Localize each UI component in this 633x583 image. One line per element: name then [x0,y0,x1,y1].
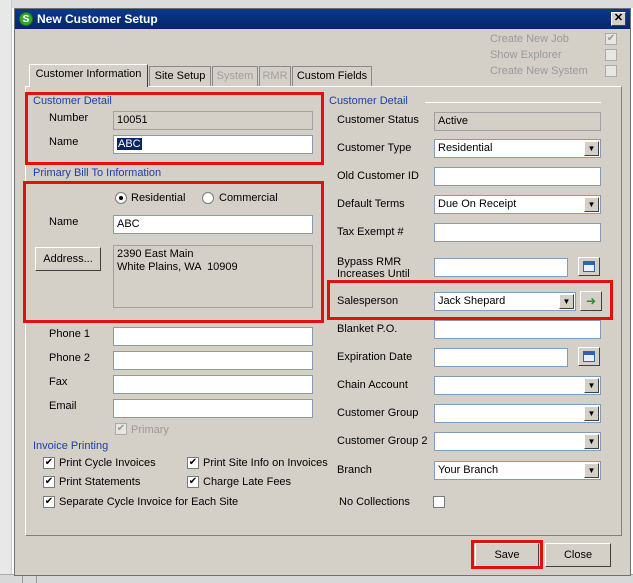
title-bar: S New Customer Setup ✕ [15,9,630,29]
chevron-down-icon[interactable]: ▼ [584,434,599,449]
customer-detail-right-group-label: Customer Detail [329,95,408,107]
salesperson-dropdown[interactable]: Jack Shepard ▼ [434,292,576,311]
separate-cycle-checkbox[interactable]: ✔ [43,496,55,508]
show-explorer-label: Show Explorer [490,49,562,61]
tab-rmr[interactable]: RMR [259,66,291,86]
expiration-date-input[interactable] [434,348,568,367]
bill-to-name-input[interactable]: ABC [113,215,313,234]
window-title: New Customer Setup [37,12,158,26]
tab-system[interactable]: System [212,66,258,86]
tax-exempt-label: Tax Exempt # [337,226,404,238]
create-new-job-label: Create New Job [490,33,569,45]
bypass-rmr-label-line2: Increases Until [337,268,410,280]
phone1-label: Phone 1 [49,328,90,340]
default-terms-dropdown[interactable]: Due On Receipt ▼ [434,195,601,214]
number-label: Number [49,112,89,124]
close-window-button[interactable]: ✕ [611,12,626,26]
primary-bill-to-group-label: Primary Bill To Information [33,167,162,179]
customer-number-field: 10051 [113,111,313,130]
branch-label: Branch [337,464,372,476]
create-new-job-checkbox[interactable]: ✔ [605,33,617,45]
customer-group-dropdown[interactable]: ▼ [434,404,601,423]
customer-status-label: Customer Status [337,114,419,126]
calendar-icon [583,351,595,362]
fax-input[interactable] [113,375,313,394]
create-new-system-checkbox[interactable] [605,65,617,77]
email-label: Email [49,400,77,412]
default-terms-label: Default Terms [337,198,405,210]
residential-radio[interactable] [115,192,127,204]
primary-label: Primary [131,424,169,436]
invoice-printing-group-label: Invoice Printing [33,440,109,452]
no-collections-checkbox[interactable] [433,496,445,508]
phone2-input[interactable] [113,351,313,370]
chevron-down-icon[interactable]: ▼ [584,197,599,212]
chevron-down-icon[interactable]: ▼ [584,463,599,478]
app-logo-icon: S [19,12,33,26]
customer-type-dropdown[interactable]: Residential ▼ [434,139,601,158]
tab-site-setup[interactable]: Site Setup [149,66,211,86]
create-new-system-label: Create New System [490,65,588,77]
print-cycle-invoices-checkbox[interactable]: ✔ [43,457,55,469]
calendar-button[interactable] [578,347,600,366]
calendar-button[interactable] [578,257,600,276]
expiration-date-label: Expiration Date [337,351,413,363]
old-customer-id-input[interactable] [434,167,601,186]
print-statements-checkbox[interactable]: ✔ [43,476,55,488]
phone2-label: Phone 2 [49,352,90,364]
customer-group2-dropdown[interactable]: ▼ [434,432,601,451]
no-collections-label: No Collections [339,496,410,508]
bypass-rmr-label-line1: Bypass RMR [337,256,402,268]
separate-cycle-label: Separate Cycle Invoice for Each Site [59,496,239,508]
go-arrow-icon[interactable]: ➜ [580,291,602,311]
chain-account-label: Chain Account [337,379,408,391]
tab-customer-information[interactable]: Customer Information [29,64,148,87]
print-site-info-label: Print Site Info on Invoices [203,457,328,469]
blanket-po-input[interactable] [434,320,601,339]
customer-status-field: Active [434,112,601,131]
background-strip-left [0,0,12,583]
primary-checkbox[interactable]: ✔ [115,423,127,435]
customer-type-label: Customer Type [337,142,412,154]
customer-detail-group-label: Customer Detail [33,95,112,107]
email-input[interactable] [113,399,313,418]
chevron-down-icon[interactable]: ▼ [584,378,599,393]
print-statements-label: Print Statements [59,476,141,488]
close-button[interactable]: Close [545,543,611,567]
save-button[interactable]: Save [475,543,539,567]
address-display: 2390 East Main White Plains, WA 10909 [113,245,313,308]
print-cycle-invoices-label: Print Cycle Invoices [59,457,156,469]
print-site-info-checkbox[interactable]: ✔ [187,457,199,469]
calendar-icon [583,261,595,272]
salesperson-label: Salesperson [337,295,399,307]
bill-to-name-label: Name [49,216,79,228]
background-strip-top [0,0,633,8]
commercial-label: Commercial [219,192,278,204]
blanket-po-label: Blanket P.O. [337,323,398,335]
chevron-down-icon[interactable]: ▼ [559,294,574,309]
chevron-down-icon[interactable]: ▼ [584,406,599,421]
customer-name-input[interactable]: ABC [113,135,313,154]
tab-custom-fields[interactable]: Custom Fields [292,66,372,86]
new-customer-setup-dialog: S New Customer Setup ✕ Create New Job ✔ … [14,8,631,576]
residential-label: Residential [131,192,186,204]
chain-account-dropdown[interactable]: ▼ [434,376,601,395]
fax-label: Fax [49,376,68,388]
customer-group2-label: Customer Group 2 [337,435,428,447]
group-divider [425,102,601,103]
show-explorer-checkbox[interactable] [605,49,617,61]
phone1-input[interactable] [113,327,313,346]
name-label: Name [49,136,79,148]
charge-late-fees-label: Charge Late Fees [203,476,292,488]
bypass-rmr-date-input[interactable] [434,258,568,277]
charge-late-fees-checkbox[interactable]: ✔ [187,476,199,488]
old-customer-id-label: Old Customer ID [337,170,419,182]
chevron-down-icon[interactable]: ▼ [584,141,599,156]
commercial-radio[interactable] [202,192,214,204]
branch-dropdown[interactable]: Your Branch ▼ [434,461,601,480]
address-button[interactable]: Address... [35,247,101,271]
customer-group-label: Customer Group [337,407,419,419]
tax-exempt-input[interactable] [434,223,601,242]
